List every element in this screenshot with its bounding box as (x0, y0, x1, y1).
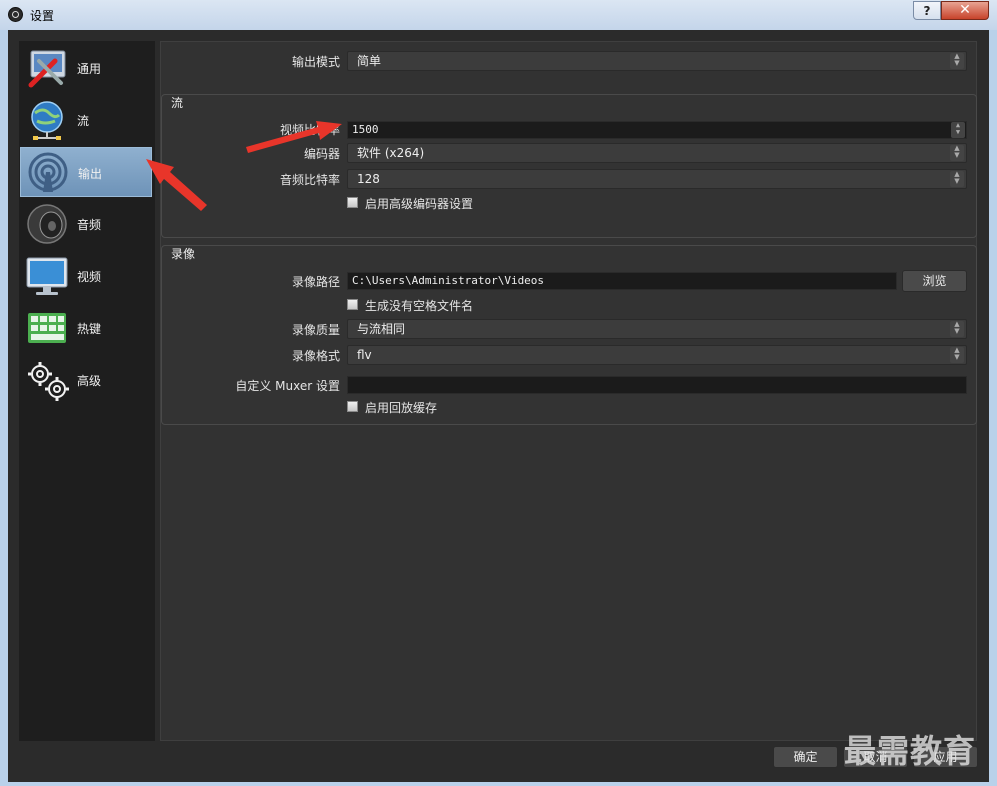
monitor-icon (26, 257, 68, 295)
encoder-select[interactable]: 软件 (x264) ▲ ▼ (347, 143, 967, 163)
replay-buffer-checkbox[interactable]: 启用回放缓存 (347, 399, 547, 415)
audio-bitrate-label: 音频比特率 (279, 173, 340, 187)
custom-muxer-input[interactable] (347, 376, 967, 394)
streaming-group: 流 (161, 94, 977, 238)
recording-format-select[interactable]: flv ▲ ▼ (347, 345, 967, 365)
sidebar-item-label: 通用 (77, 62, 102, 76)
output-mode-label: 输出模式 (291, 55, 340, 69)
recording-quality-label: 录像质量 (291, 323, 340, 337)
watermark-text: 最需教育 (844, 732, 977, 770)
combo-arrows-icon: ▲ ▼ (950, 171, 964, 187)
sidebar-item-label: 热键 (77, 322, 102, 336)
encoder-label: 编码器 (303, 147, 340, 161)
settings-sidebar: 通用 流 输出 音频 视频 热键 高级 (19, 41, 155, 741)
streaming-group-title: 流 (171, 96, 184, 110)
spin-arrows-icon[interactable]: ▲ ▼ (951, 122, 965, 138)
custom-muxer-label: 自定义 Muxer 设置 (235, 379, 340, 393)
replay-buffer-label: 启用回放缓存 (365, 401, 438, 415)
advanced-encoder-checkbox[interactable]: 启用高级编码器设置 (347, 195, 547, 211)
output-mode-select[interactable]: 简单 ▲ ▼ (347, 51, 967, 71)
combo-arrows-icon: ▲ ▼ (950, 145, 964, 161)
title-bar: 设置 ? ✕ (0, 0, 997, 30)
sidebar-item-stream[interactable]: 流 (20, 95, 152, 145)
globe-network-icon (31, 101, 63, 140)
no-space-filename-label: 生成没有空格文件名 (365, 299, 474, 313)
video-bitrate-value: 1500 (352, 123, 379, 136)
recording-path-label: 录像路径 (291, 275, 340, 289)
ok-button[interactable]: 确定 (773, 746, 838, 768)
recording-format-value: flv (357, 348, 372, 362)
checkbox-box[interactable] (347, 401, 358, 412)
checkbox-box[interactable] (347, 299, 358, 310)
audio-bitrate-value: 128 (357, 172, 380, 186)
broadcast-antenna-icon (28, 152, 68, 192)
sidebar-item-label: 视频 (77, 270, 102, 284)
wrench-screwdriver-icon (28, 50, 66, 88)
checkbox-box[interactable] (347, 197, 358, 208)
sidebar-item-audio[interactable]: 音频 (20, 199, 152, 249)
sidebar-item-label: 音频 (77, 218, 102, 232)
sidebar-item-label: 高级 (77, 374, 102, 388)
video-bitrate-label: 视频比特率 (279, 123, 340, 137)
keyboard-icon (28, 313, 66, 343)
combo-arrows-icon: ▲ ▼ (950, 321, 964, 337)
sidebar-item-output[interactable]: 输出 (20, 147, 152, 197)
sidebar-item-label: 输出 (78, 167, 103, 181)
recording-quality-value: 与流相同 (357, 322, 406, 336)
combo-arrows-icon: ▲ ▼ (950, 347, 964, 363)
recording-group-title: 录像 (171, 247, 196, 261)
sidebar-item-hotkeys[interactable]: 热键 (20, 303, 152, 353)
recording-format-label: 录像格式 (291, 349, 340, 363)
output-mode-value: 简单 (357, 54, 382, 68)
sidebar-item-label: 流 (77, 114, 90, 128)
obs-app-icon (8, 7, 23, 22)
no-space-filename-checkbox[interactable]: 生成没有空格文件名 (347, 297, 547, 313)
gears-icon (28, 362, 69, 401)
encoder-value: 软件 (x264) (357, 146, 425, 160)
sidebar-item-video[interactable]: 视频 (20, 251, 152, 301)
window-title: 设置 (30, 9, 55, 23)
video-bitrate-input[interactable]: 1500 ▲ ▼ (347, 121, 967, 139)
combo-arrows-icon: ▲ ▼ (950, 53, 964, 69)
audio-bitrate-select[interactable]: 128 ▲ ▼ (347, 169, 967, 189)
recording-quality-select[interactable]: 与流相同 ▲ ▼ (347, 319, 967, 339)
sidebar-item-general[interactable]: 通用 (20, 43, 152, 93)
speaker-icon (27, 204, 67, 244)
recording-path-input[interactable]: C:\Users\Administrator\Videos (347, 272, 897, 290)
advanced-encoder-label: 启用高级编码器设置 (365, 197, 474, 211)
close-button[interactable]: ✕ (941, 1, 989, 20)
browse-button[interactable]: 浏览 (902, 270, 967, 292)
help-button[interactable]: ? (913, 1, 941, 20)
sidebar-item-advanced[interactable]: 高级 (20, 355, 152, 405)
